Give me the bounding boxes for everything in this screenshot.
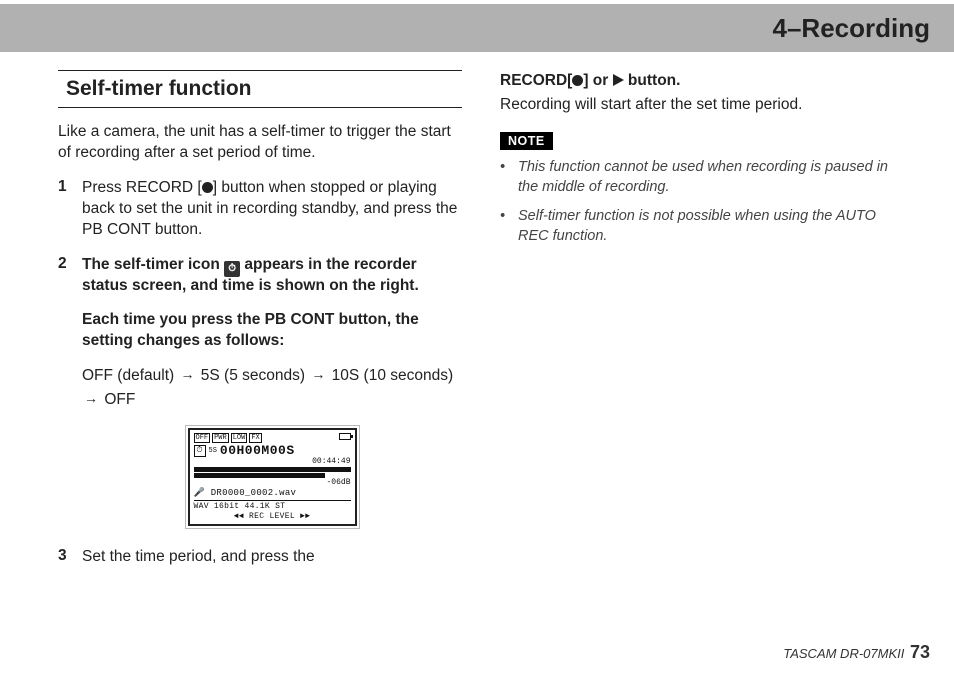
steps-list: 1 Press RECORD [] button when stopped or… bbox=[58, 178, 462, 568]
lcd-5s: 5S bbox=[209, 447, 217, 455]
lcd-meter-l bbox=[194, 467, 351, 472]
step-3: 3 Set the time period, and press the bbox=[58, 547, 462, 568]
lcd-screenshot: OFF PWR LOW FX ⏱ 5S 00H00M00S bbox=[185, 425, 360, 529]
lcd-timer-icon: ⏱ bbox=[194, 445, 206, 457]
chapter-header-band: 4–Recording bbox=[0, 4, 954, 52]
step-1-body: Press RECORD [] button when stopped or p… bbox=[82, 178, 462, 241]
note-label: NOTE bbox=[500, 132, 553, 150]
lcd-tag-off: OFF bbox=[194, 433, 211, 443]
battery-icon bbox=[339, 433, 351, 440]
bullet-icon: • bbox=[500, 158, 518, 197]
step-2-sequence: OFF (default) → 5S (5 seconds) → 10S (10… bbox=[82, 364, 462, 411]
lcd-bottom: WAV 16bit 44.1K ST bbox=[194, 501, 351, 511]
lcd-inner: OFF PWR LOW FX ⏱ 5S 00H00M00S bbox=[188, 428, 357, 526]
model-name: TASCAM DR-07MKII bbox=[783, 646, 904, 661]
note-item-1: • This function cannot be used when reco… bbox=[500, 158, 904, 197]
lcd-file-name: DR0000_0002.wav bbox=[211, 488, 297, 498]
seq-c: 10S (10 seconds) bbox=[332, 367, 454, 384]
lcd-file: 🎤 DR0000_0002.wav bbox=[194, 488, 351, 498]
page-number: 73 bbox=[910, 642, 930, 662]
step-3-body: Set the time period, and press the bbox=[82, 547, 462, 568]
lcd-tag-fx: FX bbox=[249, 433, 261, 443]
step-1: 1 Press RECORD [] button when stopped or… bbox=[58, 178, 462, 241]
step-1-text-a: Press RECORD [ bbox=[82, 179, 202, 196]
record-circle-icon bbox=[572, 75, 583, 86]
right-top: RECORD[ ] or button. Recording will start… bbox=[500, 72, 904, 246]
arrow-icon: → bbox=[84, 388, 98, 409]
lcd-tag-low: LOW bbox=[231, 433, 248, 443]
lcd-bottom-wrap: WAV 16bit 44.1K ST ◄◄ REC LEVEL ►► bbox=[194, 500, 351, 521]
arrow-icon: → bbox=[180, 364, 194, 385]
lcd-meter-r bbox=[194, 473, 326, 478]
section-heading-box: Self-timer function bbox=[58, 70, 462, 108]
lcd-tag-pwr: PWR bbox=[212, 433, 229, 443]
play-icon bbox=[613, 74, 624, 86]
page-content: Self-timer function Like a camera, the u… bbox=[0, 52, 954, 582]
lcd-format: WAV 16bit 44.1K ST bbox=[194, 502, 286, 511]
step-number: 2 bbox=[58, 255, 82, 533]
note-2-text: Self-timer function is not possible when… bbox=[518, 207, 904, 246]
lcd-time-big: 00H00M00S bbox=[220, 444, 295, 459]
right-line-2: Recording will start after the set time … bbox=[500, 96, 904, 114]
section-intro: Like a camera, the unit has a self-timer… bbox=[58, 122, 462, 164]
lcd-top-tags: OFF PWR LOW FX bbox=[194, 433, 351, 443]
right-line1-c: button. bbox=[624, 72, 681, 89]
notes-list: • This function cannot be used when reco… bbox=[500, 158, 904, 246]
record-circle-icon bbox=[202, 182, 213, 193]
lcd-rec-level: ◄◄ REC LEVEL ►► bbox=[194, 511, 351, 521]
seq-b: 5S (5 seconds) bbox=[201, 367, 305, 384]
right-column: RECORD[ ] or button. Recording will start… bbox=[500, 70, 904, 582]
arrow-icon: → bbox=[311, 364, 325, 385]
step-number: 3 bbox=[58, 547, 82, 568]
right-line-1: RECORD[ ] or button. bbox=[500, 72, 904, 90]
bullet-icon: • bbox=[500, 207, 518, 246]
note-1-text: This function cannot be used when record… bbox=[518, 158, 904, 197]
step-2-body: The self-timer icon ⏱ appears in the rec… bbox=[82, 255, 462, 533]
note-item-2: • Self-timer function is not possible wh… bbox=[500, 207, 904, 246]
lcd-db: -06dB bbox=[194, 478, 351, 487]
step-number: 1 bbox=[58, 178, 82, 241]
right-line1-a: RECORD[ bbox=[500, 72, 572, 89]
seq-a: OFF (default) bbox=[82, 367, 174, 384]
step-2: 2 The self-timer icon ⏱ appears in the r… bbox=[58, 255, 462, 533]
chapter-title: 4–Recording bbox=[773, 13, 931, 44]
step-2-text-a: The self-timer icon bbox=[82, 256, 224, 273]
step-2-extra: Each time you press the PB CONT button, … bbox=[82, 310, 462, 352]
left-column: Self-timer function Like a camera, the u… bbox=[58, 70, 462, 582]
self-timer-icon: ⏱ bbox=[224, 261, 240, 277]
lcd-rec-level-label: ◄◄ REC LEVEL ►► bbox=[234, 512, 311, 521]
seq-d: OFF bbox=[104, 391, 135, 408]
section-heading: Self-timer function bbox=[66, 77, 454, 101]
page-footer: TASCAM DR-07MKII 73 bbox=[783, 642, 930, 663]
right-line1-b: ] or bbox=[583, 72, 612, 89]
